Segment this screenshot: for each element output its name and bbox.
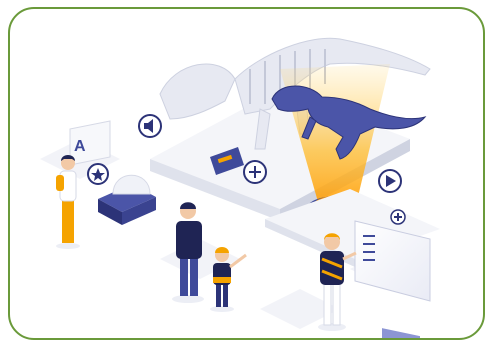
exhibit-pedestal	[98, 174, 156, 225]
speaker-icon[interactable]	[138, 114, 162, 138]
play-icon[interactable]	[378, 169, 402, 193]
visitor-man	[172, 202, 204, 303]
plus-icon[interactable]	[243, 160, 267, 184]
sign-letter: A	[74, 138, 86, 155]
star-icon[interactable]	[87, 163, 109, 185]
illustration-frame: A	[8, 7, 485, 340]
letter-sign: A	[69, 120, 111, 166]
visitor-child	[210, 247, 247, 312]
museum-hologram-illustration: A	[40, 37, 440, 338]
small-plus-icon[interactable]	[390, 209, 406, 225]
info-screen	[354, 220, 431, 338]
